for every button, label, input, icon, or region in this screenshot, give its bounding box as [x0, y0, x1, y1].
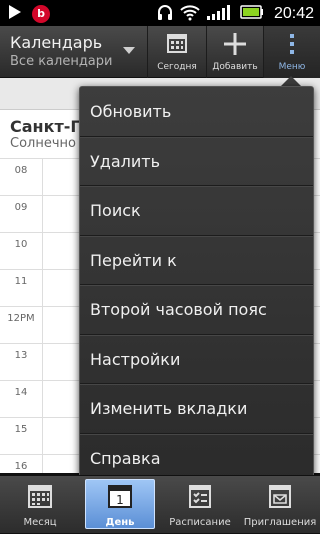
today-label: Сегодня: [157, 62, 197, 72]
wifi-icon: [180, 3, 200, 25]
action-bar: Календарь Все календари Сегодня Добавить…: [0, 26, 320, 78]
tab-day-label: День: [105, 517, 135, 528]
menu-pointer: [281, 76, 301, 86]
app-title[interactable]: Календарь: [10, 33, 102, 52]
beats-icon: b: [32, 5, 50, 23]
hour-label: 11: [14, 276, 28, 287]
menu-item-delete[interactable]: Удалить: [80, 137, 313, 186]
status-bar: b 20:42: [0, 0, 320, 26]
weather-text: Солнечно: [10, 136, 76, 151]
hour-label: 08: [14, 165, 28, 176]
calendar-selector[interactable]: Все календари: [10, 54, 112, 69]
hour-label: 16: [14, 461, 28, 472]
agenda-checklist-icon: [187, 483, 213, 512]
tab-day[interactable]: 1 День: [80, 476, 160, 534]
bottom-tab-bar: Месяц 1 День Расписание Приглашения: [0, 475, 320, 533]
tab-agenda[interactable]: Расписание: [160, 476, 240, 534]
month-grid-icon: [27, 483, 53, 512]
overflow-menu-icon: [288, 32, 296, 59]
today-button[interactable]: Сегодня: [147, 26, 206, 78]
menu-item-edit-tabs[interactable]: Изменить вкладки: [80, 384, 313, 434]
hour-label: 12PM: [7, 313, 35, 324]
tab-invites[interactable]: Приглашения: [240, 476, 320, 534]
plus-icon: [223, 32, 247, 59]
menu-label: Меню: [278, 62, 306, 72]
tab-agenda-label: Расписание: [169, 517, 231, 528]
tab-invites-label: Приглашения: [243, 517, 317, 528]
overflow-menu: Обновить Удалить Поиск Перейти к Второй …: [79, 86, 314, 484]
menu-item-go-to[interactable]: Перейти к: [80, 236, 313, 285]
menu-item-search[interactable]: Поиск: [80, 186, 313, 236]
menu-item-refresh[interactable]: Обновить: [80, 87, 313, 137]
chevron-down-icon[interactable]: [123, 47, 135, 54]
play-icon: [8, 4, 22, 24]
hour-label: 15: [14, 424, 28, 435]
add-label: Добавить: [212, 62, 258, 72]
status-time: 20:42: [273, 5, 314, 22]
menu-button[interactable]: Меню: [263, 26, 320, 78]
invites-icon: [267, 483, 293, 512]
hour-label: 14: [14, 387, 28, 398]
city-name: Санкт-П: [10, 117, 84, 136]
hour-label: 09: [14, 202, 28, 213]
menu-item-second-timezone[interactable]: Второй часовой пояс: [80, 285, 313, 335]
menu-item-settings[interactable]: Настройки: [80, 335, 313, 384]
tab-month-label: Месяц: [23, 517, 57, 528]
hour-label: 10: [14, 239, 28, 250]
tab-month[interactable]: Месяц: [0, 476, 80, 534]
signal-icon: [206, 3, 234, 25]
headphones-icon: [156, 3, 174, 25]
day-icon-number: 1: [116, 493, 124, 507]
hour-label: 13: [14, 350, 28, 361]
calendar-icon: [166, 32, 188, 57]
battery-icon: [240, 4, 264, 24]
day-calendar-icon: 1: [107, 483, 133, 512]
add-event-button[interactable]: Добавить: [206, 26, 263, 78]
